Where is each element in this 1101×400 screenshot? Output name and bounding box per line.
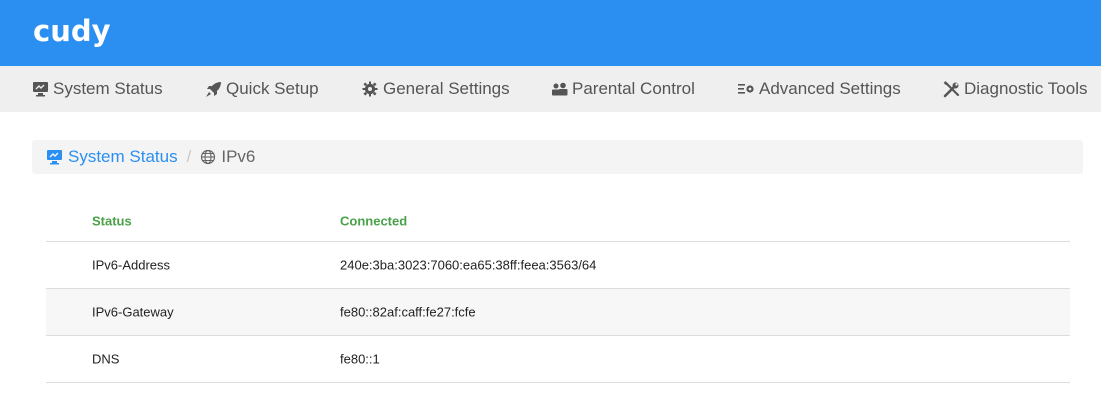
monitor-icon	[46, 149, 63, 165]
row-key: IPv6-Address	[92, 257, 171, 273]
row-value: fe80::1	[340, 351, 380, 367]
table-divider	[46, 382, 1070, 383]
row-value: fe80::82af:caff:fe27:fcfe	[340, 304, 476, 320]
status-value: Connected	[340, 213, 408, 228]
main-nav: System Status Quick Setup General Settin…	[0, 66, 1101, 112]
top-header-bar: cudy	[0, 0, 1101, 66]
nav-label: Advanced Settings	[759, 79, 901, 98]
monitor-icon	[31, 80, 49, 98]
breadcrumb-parent-label: System Status	[68, 147, 178, 166]
nav-label: System Status	[53, 79, 163, 98]
breadcrumb-link-system-status[interactable]: System Status	[46, 147, 178, 167]
table-row: IPv6-Gateway fe80::82af:caff:fe27:fcfe	[46, 288, 1070, 335]
gear-icon	[361, 80, 379, 98]
globe-icon	[200, 149, 216, 165]
nav-label: Diagnostic Tools	[964, 79, 1088, 98]
brand-logo[interactable]: cudy	[33, 14, 111, 48]
nav-label: Parental Control	[572, 79, 695, 98]
breadcrumb-current: IPv6	[200, 147, 255, 167]
nav-label: Quick Setup	[226, 79, 319, 98]
nav-item-quick-setup[interactable]: Quick Setup	[204, 66, 319, 112]
ipv6-status-table: Status Connected IPv6-Address 240e:3ba:3…	[46, 200, 1070, 383]
nav-item-system-status[interactable]: System Status	[31, 66, 163, 112]
nav-item-parental-control[interactable]: Parental Control	[550, 66, 695, 112]
row-key: IPv6-Gateway	[92, 304, 174, 320]
list-gear-icon	[737, 80, 755, 98]
tools-icon	[942, 80, 960, 98]
rocket-icon	[204, 80, 222, 98]
breadcrumb-separator: /	[186, 147, 192, 166]
table-header-row: Status Connected	[46, 200, 1070, 241]
nav-item-diagnostic-tools[interactable]: Diagnostic Tools	[942, 66, 1087, 112]
table-row: IPv6-Address 240e:3ba:3023:7060:ea65:38f…	[46, 241, 1070, 288]
nav-item-general-settings[interactable]: General Settings	[361, 66, 510, 112]
nav-label: General Settings	[383, 79, 510, 98]
breadcrumb: System Status / IPv6	[32, 140, 1083, 174]
nav-item-advanced-settings[interactable]: Advanced Settings	[737, 66, 901, 112]
breadcrumb-current-label: IPv6	[221, 147, 256, 166]
status-label: Status	[92, 213, 132, 228]
table-row: DNS fe80::1	[46, 335, 1070, 382]
row-key: DNS	[92, 351, 120, 367]
row-value: 240e:3ba:3023:7060:ea65:38ff:feea:3563/6…	[340, 257, 597, 273]
users-icon	[550, 80, 568, 98]
